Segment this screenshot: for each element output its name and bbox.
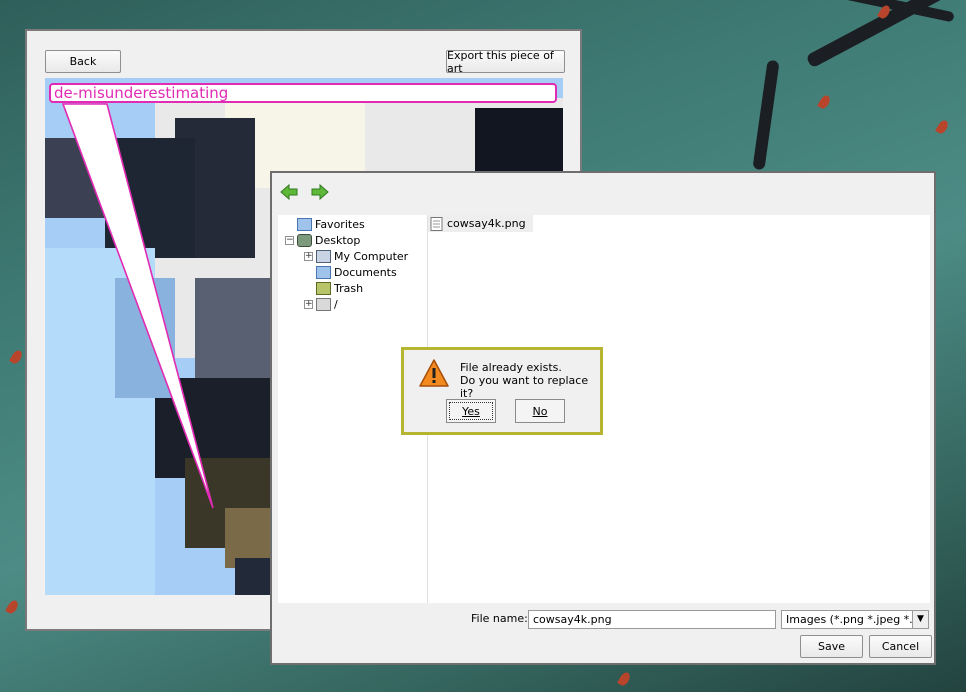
replace-file-alert: File already exists. Do you want to repl…: [401, 347, 603, 435]
chevron-down-icon[interactable]: ▼: [912, 611, 928, 628]
yes-label: Yes: [462, 404, 480, 418]
save-file-dialog: Favorites − Desktop + My Computer Docume…: [270, 171, 936, 665]
tree-item-label: Desktop: [315, 233, 361, 247]
tree-item-label: Documents: [334, 265, 397, 279]
documents-icon: [316, 265, 331, 279]
expand-icon[interactable]: +: [304, 252, 313, 261]
tree-item-root[interactable]: /: [316, 296, 338, 312]
file-type-value: Images (*.png *.jpeg *.jp: [786, 613, 923, 626]
back-arrow-icon[interactable]: [279, 183, 299, 201]
tree-item-documents[interactable]: Documents: [316, 264, 397, 280]
tree-item-favorites[interactable]: Favorites: [297, 216, 365, 232]
export-art-button[interactable]: Export this piece of art: [446, 49, 565, 75]
desktop-icon: [297, 233, 312, 247]
drive-icon: [316, 297, 331, 311]
dialog-footer: File name: cowsay4k.png Images (*.png *.…: [272, 605, 934, 663]
file-name-input[interactable]: cowsay4k.png: [528, 610, 776, 629]
file-name-label: File name:: [471, 612, 528, 625]
expand-icon[interactable]: +: [304, 300, 313, 309]
folder-icon: [297, 217, 312, 231]
tree-item-label: My Computer: [334, 249, 409, 263]
back-button[interactable]: Back: [45, 50, 121, 73]
tree-item-my-computer[interactable]: My Computer: [316, 248, 408, 264]
yes-button[interactable]: Yes: [446, 399, 496, 423]
tree-item-label: Favorites: [315, 217, 365, 231]
forward-arrow-icon[interactable]: [310, 183, 330, 201]
caption-text-box[interactable]: de-misunderestimating: [49, 83, 557, 103]
alert-line-1: File already exists.: [460, 361, 562, 374]
collapse-icon[interactable]: −: [285, 236, 294, 245]
alert-line-2: Do you want to replace it?: [460, 374, 589, 400]
tree-item-desktop[interactable]: Desktop: [297, 232, 360, 248]
no-button[interactable]: No: [515, 399, 565, 423]
tree-item-trash[interactable]: Trash: [316, 280, 363, 296]
warning-icon: [419, 359, 449, 387]
alert-message: File already exists. Do you want to repl…: [460, 361, 600, 400]
no-label: No: [532, 404, 548, 418]
cancel-button[interactable]: Cancel: [869, 635, 932, 658]
trash-icon: [316, 281, 331, 295]
save-button[interactable]: Save: [800, 635, 863, 658]
file-type-select[interactable]: Images (*.png *.jpeg *.jp ▼: [781, 610, 929, 629]
file-icon: [430, 216, 443, 231]
tree-item-label: Trash: [334, 281, 364, 295]
file-name: cowsay4k.png: [447, 217, 526, 230]
computer-icon: [316, 249, 331, 263]
tree-item-label: /: [334, 297, 338, 311]
file-item[interactable]: cowsay4k.png: [428, 215, 533, 232]
